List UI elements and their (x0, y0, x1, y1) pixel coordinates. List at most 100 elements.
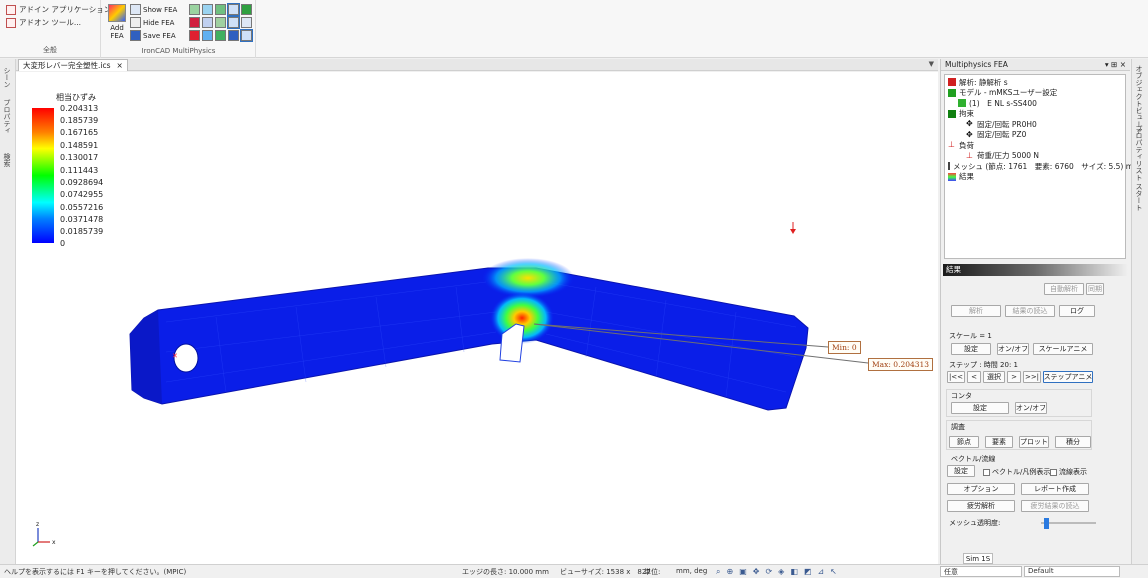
orbit-icon[interactable]: ⟳ (765, 567, 772, 577)
step-last-button[interactable]: >>| (1023, 371, 1041, 383)
addon-icon (6, 17, 16, 28)
view-mode-icon-9[interactable] (227, 16, 240, 29)
search-tab[interactable]: 検索 (2, 153, 12, 167)
probe-integral-button[interactable]: 積分 (1055, 436, 1091, 448)
analyze-button[interactable]: 解析 (951, 305, 1001, 317)
step-prev-button[interactable]: < (967, 371, 981, 383)
close-icon[interactable]: × (117, 61, 123, 70)
shade-icon[interactable]: ◩ (804, 567, 812, 577)
addon-tools-button[interactable]: アドオン ツール... (6, 17, 81, 28)
create-report-button[interactable]: レポート作成 (1021, 483, 1089, 495)
start-tab[interactable]: スタート (1134, 183, 1144, 211)
vector-legend-checkbox[interactable]: ベクトル/凡例表示 (983, 467, 1050, 477)
panel-controls-icon[interactable]: ▾ ⊞ × (1105, 60, 1126, 69)
ribbon-group-caption-fea: IronCAD MultiPhysics (141, 47, 216, 55)
auto-analysis-button[interactable]: 自動解析 (1044, 283, 1084, 295)
scale-animation-button[interactable]: スケールアニメ (1033, 343, 1093, 355)
axis-triad-icon: z x (32, 521, 56, 547)
hide-fea-button[interactable]: Hide FEA (143, 19, 187, 27)
probe-label: 調査 (951, 423, 965, 431)
max-callout[interactable]: Max: 0.204313 (868, 358, 934, 371)
load-results-button[interactable]: 結果の読込 (1005, 305, 1055, 317)
fixed-icon: ✥ (966, 129, 973, 139)
sim-tab[interactable]: Sim 1S (963, 553, 993, 564)
step-next-button[interactable]: > (1007, 371, 1021, 383)
probe-element-button[interactable]: 要素 (985, 436, 1013, 448)
zoom-icon[interactable]: ⌕ (716, 567, 720, 577)
status-units-value: mm, deg (676, 567, 708, 575)
render-icon[interactable]: ◈ (778, 567, 784, 577)
tree-item-constraints[interactable]: 拘束 (948, 109, 1122, 120)
tree-item-loads[interactable]: ⊥ 負荷 (948, 140, 1122, 151)
results-section-header: 結果 (943, 264, 1128, 276)
document-tab-bar: 大変形レバー完全塑性.ics × ▼ (16, 59, 938, 71)
view-icon[interactable]: ▣ (739, 567, 747, 577)
view-mode-icon-1[interactable] (189, 4, 200, 15)
view-mode-icon-13[interactable] (215, 30, 226, 41)
view-mode-icon-5[interactable] (241, 4, 252, 15)
pan-icon[interactable]: ✥ (753, 567, 760, 577)
view-mode-icon-7[interactable] (202, 17, 213, 28)
step-animation-button[interactable]: ステップアニメ (1043, 371, 1093, 383)
view-mode-icon-8[interactable] (215, 17, 226, 28)
scene-tab[interactable]: シーン (2, 67, 12, 88)
sync-button[interactable]: 同期 (1086, 283, 1104, 295)
select-icon[interactable]: ↖ (830, 567, 837, 577)
view-mode-icon-4[interactable] (227, 3, 240, 16)
step-first-button[interactable]: |<< (947, 371, 965, 383)
contour-toggle-button[interactable]: オン/オフ (1015, 402, 1047, 414)
property-list-tab[interactable]: プロパティリスト (1134, 125, 1144, 181)
show-fea-button[interactable]: Show FEA (143, 6, 187, 14)
view-mode-icon-12[interactable] (202, 30, 213, 41)
selection-mode-select[interactable]: 任意 (940, 566, 1022, 577)
layer-select[interactable]: Default (1024, 566, 1120, 577)
streamline-checkbox[interactable]: 流線表示 (1050, 467, 1087, 477)
probe-plot-button[interactable]: プロット (1019, 436, 1049, 448)
save-fea-button[interactable]: Save FEA (143, 32, 187, 40)
vector-legend-check-box[interactable] (983, 468, 990, 476)
section-icon[interactable]: ◧ (790, 567, 798, 577)
lever-side-face (130, 310, 162, 404)
vector-settings-button[interactable]: 設定 (947, 465, 975, 477)
tree-item-mesh[interactable]: メッシュ (節点: 1761 要素: 6760 サイズ: 5.5) m (948, 161, 1133, 172)
view-mode-icon-11[interactable] (189, 30, 200, 41)
tree-item-material[interactable]: (1) E NL s-SS400 (948, 98, 1122, 109)
fatigue-load-button[interactable]: 疲労結果の読込 (1021, 500, 1089, 512)
constraint-icon (948, 109, 956, 118)
step-select-button[interactable]: 選択 (983, 371, 1005, 383)
legend-value: 0.130017 (60, 153, 99, 162)
properties-tab[interactable]: プロパティ (2, 99, 12, 134)
tree-item-fixed-1[interactable]: ✥ 固定/回転 PR0H0 (948, 119, 1122, 130)
view-mode-icon-10[interactable] (241, 17, 252, 28)
tree-item-model[interactable]: モデル - mMKSユーザー設定 (948, 88, 1122, 99)
fatigue-analysis-button[interactable]: 疲労解析 (947, 500, 1015, 512)
streamline-check-box[interactable] (1050, 468, 1057, 476)
add-fea-button[interactable]: Add FEA (106, 4, 128, 40)
tree-item-results[interactable]: 結果 (948, 172, 1122, 183)
view-mode-icon-3[interactable] (215, 4, 226, 15)
options-button[interactable]: オプション (947, 483, 1015, 495)
mesh-icon (948, 162, 950, 171)
scale-settings-button[interactable]: 設定 (951, 343, 991, 355)
chevron-down-icon[interactable]: ▼ (929, 60, 934, 68)
status-toolbar: ⌕ ⊕ ▣ ✥ ⟳ ◈ ◧ ◩ ⊿ ↖ (716, 567, 837, 577)
contour-settings-button[interactable]: 設定 (951, 402, 1009, 414)
legend-color-bar (32, 108, 54, 243)
view-mode-icon-2[interactable] (202, 4, 213, 15)
3d-viewport[interactable]: ✕ 相当ひずみ 0.204313 0.185739 0.167165 0.148… (16, 72, 938, 564)
view-mode-icon-14[interactable] (228, 30, 239, 41)
view-mode-icon-6[interactable] (189, 17, 200, 28)
log-button[interactable]: ログ (1059, 305, 1095, 317)
document-tab[interactable]: 大変形レバー完全塑性.ics × (18, 59, 128, 71)
tree-item-analysis[interactable]: 解析: 静解析 s (948, 77, 1122, 88)
min-callout[interactable]: Min: 0 (828, 341, 861, 354)
tree-item-force[interactable]: ⊥ 荷重/圧力 5000 N (948, 151, 1122, 162)
mesh-transparency-slider[interactable] (1044, 518, 1049, 529)
scale-toggle-button[interactable]: オン/オフ (997, 343, 1029, 355)
tree-item-fixed-2[interactable]: ✥ 固定/回転 PZ0 (948, 130, 1122, 141)
probe-node-button[interactable]: 節点 (949, 436, 979, 448)
zoom-area-icon[interactable]: ⊕ (726, 567, 733, 577)
view-mode-icon-15[interactable] (240, 29, 253, 42)
hide-fea-row: Hide FEA (130, 16, 252, 29)
measure-icon[interactable]: ⊿ (817, 567, 824, 577)
